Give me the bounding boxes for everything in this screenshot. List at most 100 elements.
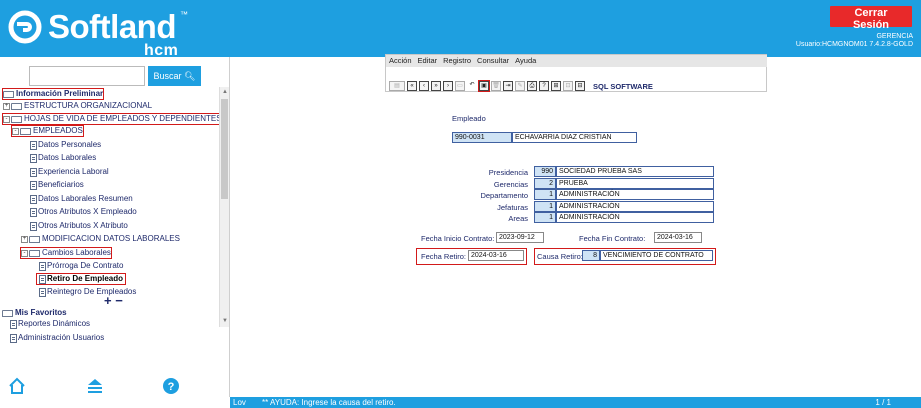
save-icon[interactable]: ▣ (478, 80, 490, 92)
tree-label: Prórroga De Contrato (47, 261, 124, 270)
folder-icon (29, 235, 40, 243)
collapse-toggle[interactable]: - (21, 249, 28, 257)
tree-item-otros-atributos-empleado[interactable]: Otros Atributos X Empleado (30, 207, 137, 217)
favorite-label: Administración Usuarios (18, 333, 105, 342)
end-date-label: Fecha Fin Contrato: (579, 234, 646, 243)
execute-icon[interactable]: ⊟ (575, 81, 585, 91)
areas-code-field[interactable]: 1 (534, 212, 556, 223)
folder-open-icon (2, 309, 13, 317)
menu-accion[interactable]: Acción (386, 55, 415, 67)
org-label-presidencia: Presidencia (488, 168, 528, 177)
tree-item-informacion-preliminar[interactable]: Información Preliminar (1, 88, 105, 100)
start-date-label: Fecha Inicio Contrato: (421, 234, 495, 243)
form-menubar: Acción Editar Registro Consultar Ayuda (386, 55, 767, 67)
logo-tm: ™ (180, 10, 188, 19)
tree-item-cambios-laborales[interactable]: - Cambios Laborales (20, 247, 112, 259)
first-record-icon[interactable]: « (407, 81, 417, 91)
tree-item-empleados[interactable]: - EMPLEADOS (11, 125, 84, 137)
favorites-header[interactable]: Mis Favoritos (2, 308, 67, 318)
tree-item-modificacion-datos-laborales[interactable]: + MODIFICACION DATOS LABORALES (21, 234, 180, 244)
record-counter: 1 / 1 (875, 398, 891, 407)
presidencia-code-field[interactable]: 990 (534, 166, 556, 177)
form-toolbar: ▤ « ‹ » › ▭ ↶ ▣ 🗑︎ ⇥ ✎ ⎙ ? ⊞ ⊡ ⊟ SQL SOF… (389, 79, 653, 93)
document-icon (30, 194, 37, 204)
layers-icon[interactable] (86, 377, 104, 395)
tree-item-beneficiarios[interactable]: Beneficiarios (30, 180, 84, 190)
tree-label: MODIFICACION DATOS LABORALES (42, 234, 180, 243)
collapse-toggle[interactable]: - (3, 115, 10, 123)
menu-editar[interactable]: Editar (415, 55, 441, 67)
svg-text:?: ? (168, 381, 175, 393)
folder-open-icon (11, 115, 22, 123)
tree-label: Retiro De Empleado (47, 274, 124, 283)
tree-item-experiencia-laboral[interactable]: Experiencia Laboral (30, 167, 109, 177)
exit-icon[interactable]: ⇥ (503, 81, 513, 91)
search-button[interactable]: Buscar 🔍︎ (148, 66, 201, 86)
expand-collapse-all[interactable]: + − (104, 293, 123, 308)
home-icon[interactable] (8, 377, 26, 395)
magnifier-icon: 🔍︎ (184, 71, 196, 81)
tree-label: Datos Laborales Resumen (38, 194, 133, 203)
favorite-item-reportes[interactable]: Reportes Dinámicos (10, 319, 90, 329)
folder-open-icon (29, 249, 40, 257)
jefaturas-code-field[interactable]: 1 (534, 201, 556, 212)
tree-item-retiro-de-empleado[interactable]: Retiro De Empleado (35, 273, 127, 285)
multi-window-icon[interactable]: ▤ (389, 81, 405, 91)
document-icon (30, 140, 37, 150)
tree-label: Beneficiarios (38, 180, 84, 189)
lov-icon[interactable]: ⊡ (563, 81, 573, 91)
search-input[interactable] (29, 66, 145, 86)
gerencias-code-field[interactable]: 2 (534, 178, 556, 189)
presidencia-desc-field: SOCIEDAD PRUEBA SAS (556, 166, 714, 177)
insert-record-icon[interactable]: ▭ (455, 81, 465, 91)
start-date-field[interactable]: 2023-09-12 (496, 232, 544, 243)
menu-consultar[interactable]: Consultar (474, 55, 512, 67)
document-icon (30, 153, 37, 163)
gerencias-desc-field: PRUEBA (556, 178, 714, 189)
print-icon[interactable]: ⎙ (527, 81, 537, 91)
tree-item-datos-personales[interactable]: Datos Personales (30, 140, 101, 150)
menu-ayuda[interactable]: Ayuda (512, 55, 539, 67)
collapse-toggle[interactable]: - (12, 127, 19, 135)
tree-item-prorroga-de-contrato[interactable]: Prórroga De Contrato (39, 261, 123, 271)
previous-record-icon[interactable]: ‹ (419, 81, 429, 91)
retiro-date-field[interactable]: 2024-03-16 (468, 250, 524, 261)
scroll-thumb[interactable] (221, 99, 228, 199)
softland-logo-icon (8, 10, 42, 44)
tree-label: Datos Personales (38, 140, 102, 149)
areas-desc-field: ADMINISTRACIÓN (556, 212, 714, 223)
folder-open-icon (3, 90, 14, 98)
causa-code-field[interactable]: 8 (582, 250, 600, 261)
end-date-field[interactable]: 2024-03-16 (654, 232, 702, 243)
tree-item-estructura-organizacional[interactable]: + ESTRUCTURA ORGANIZACIONAL (3, 101, 152, 111)
tree-item-otros-atributos-atributo[interactable]: Otros Atributos X Atributo (30, 221, 128, 231)
document-icon (10, 333, 17, 343)
help-message: ** AYUDA: Ingrese la causa del retiro. (262, 398, 396, 407)
menu-registro[interactable]: Registro (440, 55, 474, 67)
tree-item-datos-laborales[interactable]: Datos Laborales (30, 153, 96, 163)
tree-scrollbar[interactable]: ▲ ▼ (219, 87, 229, 327)
expand-toggle[interactable]: + (21, 235, 28, 243)
logout-button[interactable]: Cerrar Sesión (830, 6, 912, 31)
expand-toggle[interactable]: + (3, 102, 10, 110)
last-record-icon[interactable]: › (443, 81, 453, 91)
help-icon[interactable]: ? (539, 81, 549, 91)
tree-item-datos-laborales-resumen[interactable]: Datos Laborales Resumen (30, 194, 133, 204)
tree-item-hojas-de-vida[interactable]: - HOJAS DE VIDA DE EMPLEADOS Y DEPENDIEN… (2, 113, 220, 125)
delete-icon[interactable]: 🗑︎ (491, 81, 501, 91)
tree-label: Datos Laborales (38, 153, 97, 162)
help-icon[interactable]: ? (162, 377, 180, 395)
employee-id-field[interactable]: 990-0031 (452, 132, 512, 143)
menu-tree: Información Preliminar + ESTRUCTURA ORGA… (0, 87, 220, 327)
undo-icon[interactable]: ↶ (467, 81, 477, 91)
edit-field-icon[interactable]: ✎ (515, 81, 525, 91)
tree-label: Otros Atributos X Atributo (38, 221, 128, 230)
scroll-down-icon[interactable]: ▼ (221, 317, 229, 325)
scroll-up-icon[interactable]: ▲ (221, 88, 229, 96)
query-icon[interactable]: ⊞ (551, 81, 561, 91)
next-record-icon[interactable]: » (431, 81, 441, 91)
document-icon (10, 319, 17, 329)
departamento-code-field[interactable]: 1 (534, 189, 556, 200)
employee-name-field[interactable]: ECHAVARRIA DIAZ CRISTIAN (512, 132, 637, 143)
favorite-item-administracion[interactable]: Administración Usuarios (10, 333, 104, 343)
